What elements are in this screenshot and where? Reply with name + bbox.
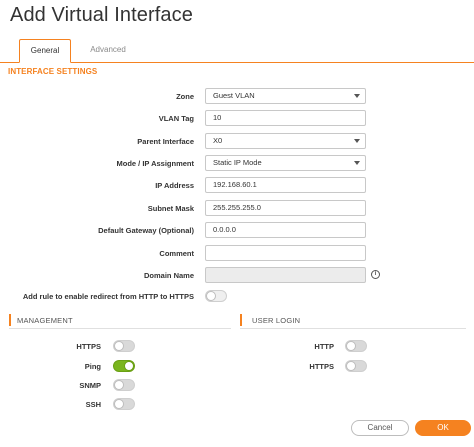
tab-underline bbox=[0, 62, 474, 63]
toggle-knob bbox=[114, 380, 124, 390]
toggle-knob bbox=[346, 361, 356, 371]
redirect-rule-label: Add rule to enable redirect from HTTP to… bbox=[22, 292, 194, 301]
parent-interface-select[interactable]: X0 bbox=[205, 133, 366, 149]
interface-settings-heading: INTERFACE SETTINGS bbox=[8, 67, 98, 76]
tab-bar: General Advanced bbox=[0, 39, 474, 63]
zone-select[interactable]: Guest VLAN bbox=[205, 88, 366, 104]
ssh-label: SSH bbox=[85, 400, 101, 409]
dialog-title: Add Virtual Interface bbox=[10, 4, 193, 26]
toggle-knob bbox=[114, 399, 124, 409]
vlan-tag-label: VLAN Tag bbox=[158, 114, 194, 123]
mode-label: Mode / IP Assignment bbox=[116, 159, 194, 168]
chevron-down-icon bbox=[354, 139, 360, 143]
redirect-rule-toggle[interactable] bbox=[205, 290, 227, 302]
toggle-knob bbox=[346, 341, 356, 351]
management-snmp-toggle[interactable] bbox=[113, 379, 135, 391]
management-ssh-toggle[interactable] bbox=[113, 398, 135, 410]
snmp-label: SNMP bbox=[79, 381, 101, 390]
zone-label: Zone bbox=[176, 92, 194, 101]
ip-address-input[interactable]: 192.168.60.1 bbox=[205, 177, 366, 193]
chevron-down-icon bbox=[354, 161, 360, 165]
management-heading: MANAGEMENT bbox=[17, 316, 73, 325]
management-divider bbox=[9, 328, 231, 329]
ok-button[interactable]: OK bbox=[415, 420, 471, 436]
mode-select[interactable]: Static IP Mode bbox=[205, 155, 366, 171]
parent-interface-value: X0 bbox=[213, 136, 223, 145]
vlan-tag-input[interactable]: 10 bbox=[205, 110, 366, 126]
cancel-button[interactable]: Cancel bbox=[351, 420, 409, 436]
chevron-down-icon bbox=[354, 94, 360, 98]
user-login-accent-bar bbox=[240, 314, 242, 326]
management-accent-bar bbox=[9, 314, 11, 326]
comment-input[interactable] bbox=[205, 245, 366, 261]
user-login-https-toggle[interactable] bbox=[345, 360, 367, 372]
subnet-mask-label: Subnet Mask bbox=[147, 204, 194, 213]
parent-interface-label: Parent Interface bbox=[137, 137, 194, 146]
domain-name-input bbox=[205, 267, 366, 283]
zone-value: Guest VLAN bbox=[213, 91, 255, 100]
user-login-http-toggle[interactable] bbox=[345, 340, 367, 352]
subnet-mask-input[interactable]: 255.255.255.0 bbox=[205, 200, 366, 216]
comment-label: Comment bbox=[159, 249, 194, 258]
http-label: HTTP bbox=[314, 342, 334, 351]
default-gateway-input[interactable]: 0.0.0.0 bbox=[205, 222, 366, 238]
mode-value: Static IP Mode bbox=[213, 158, 262, 167]
user-login-https-label: HTTPS bbox=[309, 362, 334, 371]
info-icon[interactable]: i bbox=[371, 270, 380, 279]
ip-address-label: IP Address bbox=[155, 181, 194, 190]
default-gateway-label: Default Gateway (Optional) bbox=[98, 226, 194, 235]
toggle-knob bbox=[206, 291, 216, 301]
user-login-divider bbox=[240, 328, 466, 329]
tab-advanced[interactable]: Advanced bbox=[80, 39, 136, 63]
tab-general[interactable]: General bbox=[19, 39, 71, 63]
domain-name-label: Domain Name bbox=[143, 271, 194, 280]
user-login-heading: USER LOGIN bbox=[252, 316, 301, 325]
